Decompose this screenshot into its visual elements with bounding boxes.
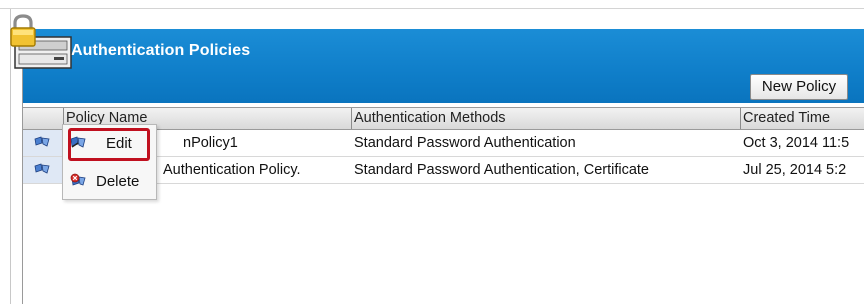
row-context-menu: Edit Delete [62, 124, 157, 200]
highlight-box [68, 128, 150, 161]
page-title: Authentication Policies [71, 42, 251, 59]
new-policy-button[interactable]: New Policy [750, 74, 848, 100]
created-time-cell: Jul 25, 2014 5:2 [743, 162, 847, 178]
row-selector[interactable] [23, 157, 64, 183]
column-header-created-time[interactable]: Created Time [740, 108, 864, 129]
delete-menu-item[interactable]: Delete [63, 166, 156, 196]
column-header-authentication-methods[interactable]: Authentication Methods [351, 108, 740, 129]
policy-name-cell: Authentication Policy. [163, 162, 301, 178]
authentication-methods-cell: Standard Password Authentication, Certif… [354, 162, 649, 178]
row-selector[interactable] [23, 130, 64, 156]
policy-icon [34, 163, 50, 174]
panel-header: Authentication Policies New Policy [23, 29, 864, 103]
policy-name-cell: nPolicy1 [183, 135, 238, 151]
outer-border [10, 9, 11, 304]
authentication-methods-cell: Standard Password Authentication [354, 135, 576, 151]
top-divider [0, 8, 864, 9]
policy-icon [34, 136, 50, 147]
edit-menu-item[interactable]: Edit [63, 128, 156, 161]
created-time-cell: Oct 3, 2014 11:5 [743, 135, 850, 151]
lock-icon [10, 14, 36, 47]
delete-menu-label: Delete [96, 173, 140, 190]
delete-icon [70, 173, 86, 186]
